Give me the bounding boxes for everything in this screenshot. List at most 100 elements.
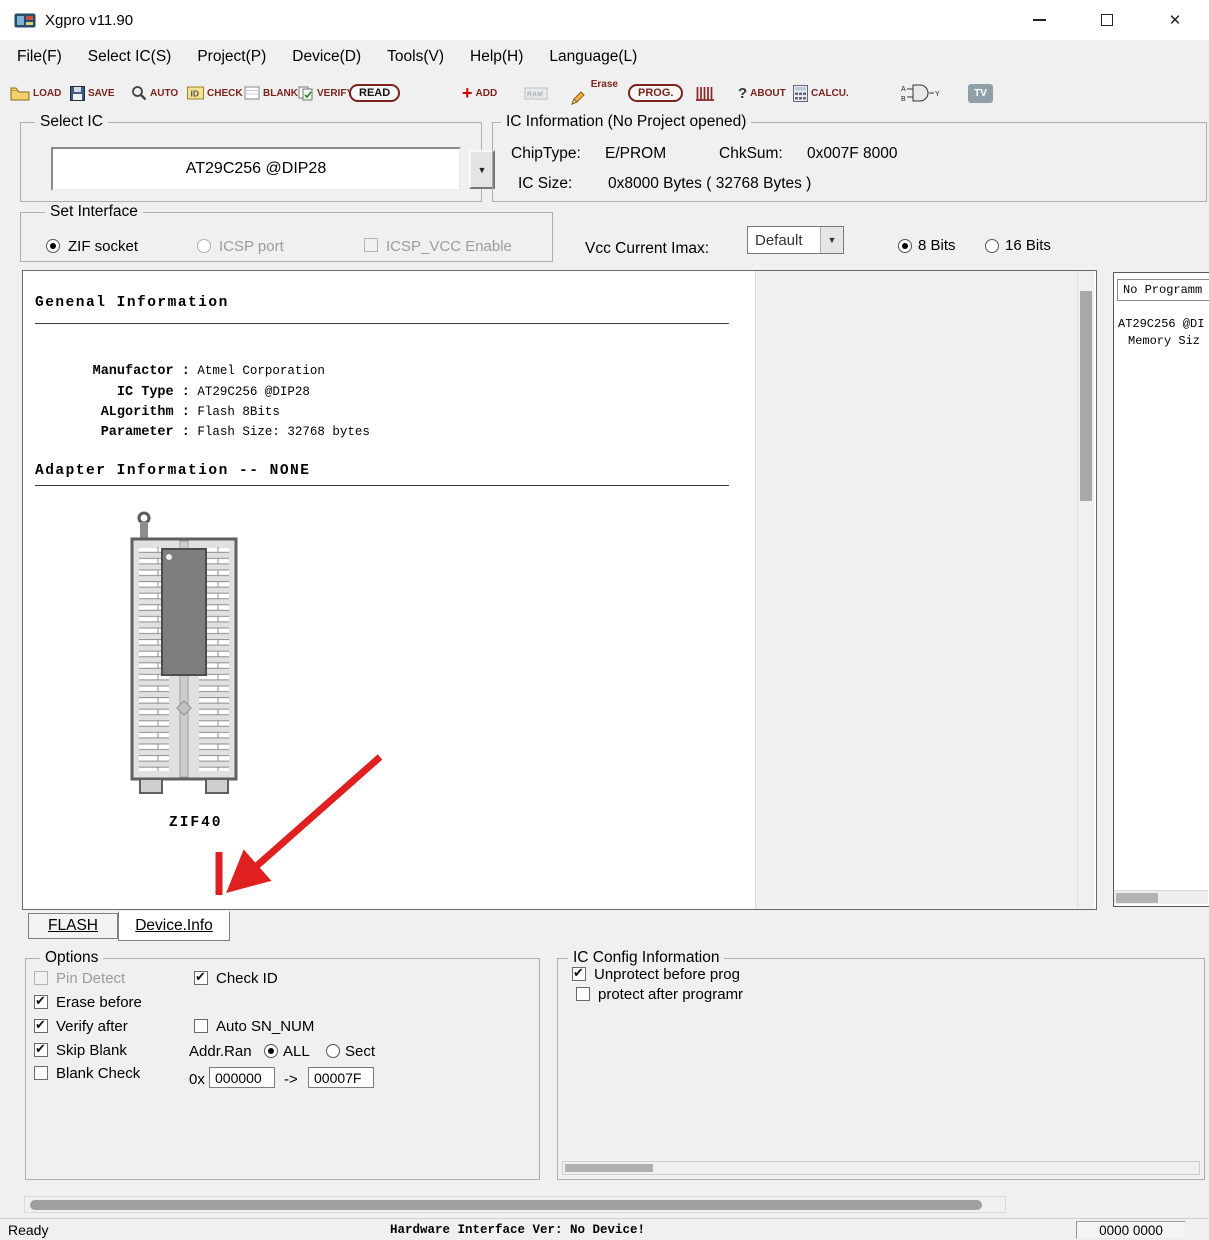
prog-button[interactable]: PROG. (628, 80, 683, 106)
vcc-imax-select[interactable]: Default ▼ (747, 226, 844, 254)
ic-config-hscrollbar[interactable] (562, 1161, 1200, 1175)
vcc-dropdown-arrow-icon: ▼ (820, 227, 843, 253)
menu-file[interactable]: File(F) (4, 44, 75, 70)
minimize-button[interactable] (1005, 0, 1073, 40)
tab-device-info-label: Device.Info (135, 917, 213, 935)
check-id-button[interactable]: ID CHECK (187, 80, 243, 106)
info-row-value: Flash Size: 32768 bytes (190, 425, 370, 439)
verify-label: VERIFY (317, 88, 353, 99)
chksum-value: 0x007F 8000 (807, 145, 898, 163)
menu-select-ic[interactable]: Select IC(S) (75, 44, 185, 70)
options-group: Options Pin Detect Erase before Verify a… (25, 958, 540, 1180)
adapter-info-heading: Adapter Information -- NONE (35, 463, 310, 479)
skip-blank-label: Skip Blank (56, 1042, 127, 1059)
blank-check-label: Blank Check (56, 1065, 140, 1082)
ic-combobox[interactable]: AT29C256 @DIP28 (51, 147, 461, 191)
window-controls: ✕ (1005, 0, 1209, 40)
add-button[interactable]: + ADD (462, 80, 497, 106)
calculator-icon (793, 85, 808, 102)
tab-flash[interactable]: FLASH (28, 913, 118, 939)
read-button[interactable]: READ (349, 80, 400, 106)
verify-button[interactable]: VERIFY (298, 80, 353, 106)
verify-pages-icon (298, 86, 314, 101)
16bits-radio[interactable] (985, 239, 999, 253)
svg-text:Y: Y (935, 91, 940, 98)
floppy-icon (70, 86, 85, 101)
chevron-down-icon: ▼ (478, 165, 487, 175)
select-ic-group: Select IC AT29C256 @DIP28 ▼ (20, 122, 482, 202)
pin-test-button[interactable] (694, 80, 716, 106)
check-id-checkbox[interactable] (194, 971, 208, 985)
select-ic-group-label: Select IC (35, 113, 108, 131)
main-hscroll-thumb[interactable] (30, 1200, 982, 1210)
auto-sn-label: Auto SN_NUM (216, 1018, 314, 1035)
app-icon (14, 11, 36, 30)
menu-device[interactable]: Device(D) (279, 44, 374, 70)
toolbar: LOAD SAVE AUTO ID CHECK (0, 74, 1209, 112)
titlebar: Xgpro v11.90 ✕ (0, 0, 1209, 40)
pin-detect-checkbox[interactable] (34, 971, 48, 985)
check-label: CHECK (207, 88, 243, 99)
8bits-radio[interactable] (898, 239, 912, 253)
verify-after-checkbox[interactable] (34, 1019, 48, 1033)
tv-out-button[interactable]: TV (968, 80, 993, 106)
panel-vertical-scrollbar[interactable] (1077, 271, 1094, 909)
addr-start-input[interactable] (209, 1067, 275, 1088)
blank-check-checkbox[interactable] (34, 1066, 48, 1080)
about-label: ABOUT (750, 88, 786, 99)
ic-config-group: IC Config Information Unprotect before p… (557, 958, 1205, 1180)
protect-checkbox[interactable] (576, 987, 590, 1001)
auto-button[interactable]: AUTO (131, 80, 178, 106)
logic-gate-button[interactable]: A B Y (900, 80, 942, 106)
right-panel-ic-name: AT29C256 @DI (1118, 317, 1204, 331)
addr-sect-radio[interactable] (326, 1044, 340, 1058)
zif-socket-illustration (128, 509, 248, 806)
blank-button[interactable]: BLANK (244, 80, 298, 106)
skip-blank-checkbox[interactable] (34, 1043, 48, 1057)
addr-sect-label: Sect (345, 1043, 375, 1060)
maximize-icon (1101, 14, 1113, 26)
ram-button[interactable]: RAM (524, 80, 548, 106)
close-button[interactable]: ✕ (1141, 0, 1209, 40)
heading-rule (35, 485, 729, 486)
addr-all-label: ALL (283, 1043, 310, 1060)
vcc-imax-label: Vcc Current Imax: (585, 240, 709, 258)
addr-end-input[interactable] (308, 1067, 374, 1088)
load-button[interactable]: LOAD (10, 80, 61, 106)
ic-config-hscroll-thumb[interactable] (565, 1164, 653, 1172)
ic-information-group: IC Information (No Project opened) ChipT… (492, 122, 1207, 202)
calculator-button[interactable]: CALCU. (793, 80, 849, 106)
zif-socket-radio[interactable] (46, 239, 60, 253)
unprotect-checkbox[interactable] (572, 967, 586, 981)
svg-text:ID: ID (191, 89, 200, 99)
menu-language[interactable]: Language(L) (536, 44, 650, 70)
icsp-port-radio[interactable] (197, 239, 211, 253)
addr-arrow-label: -> (284, 1071, 298, 1088)
statusbar: Ready Hardware Interface Ver: No Device!… (0, 1218, 1209, 1240)
ram-chip-icon: RAM (524, 86, 548, 101)
about-button[interactable]: ? ABOUT (738, 80, 786, 106)
main-horizontal-scrollbar[interactable] (24, 1196, 1006, 1213)
zif-socket-graphic (128, 509, 248, 801)
save-button[interactable]: SAVE (70, 80, 115, 106)
auto-sn-checkbox[interactable] (194, 1019, 208, 1033)
right-panel-memory-size: Memory Siz (1128, 334, 1200, 348)
erase-before-checkbox[interactable] (34, 995, 48, 1009)
logic-gate-icon: A B Y (900, 82, 942, 104)
programmer-info-panel: No Programm AT29C256 @DI Memory Siz (1113, 272, 1209, 907)
maximize-button[interactable] (1073, 0, 1141, 40)
menu-tools[interactable]: Tools(V) (374, 44, 457, 70)
minimize-icon (1033, 19, 1046, 21)
chiptype-value: E/PROM (605, 145, 666, 163)
panel-vscroll-thumb[interactable] (1080, 291, 1092, 501)
tab-device-info[interactable]: Device.Info (118, 911, 230, 941)
addr-all-radio[interactable] (264, 1044, 278, 1058)
right-panel-hscrollbar[interactable] (1114, 890, 1208, 904)
erase-button[interactable]: Erase (570, 80, 618, 106)
icsp-vcc-checkbox[interactable] (364, 238, 378, 252)
menu-help[interactable]: Help(H) (457, 44, 536, 70)
menubar: File(F) Select IC(S) Project(P) Device(D… (0, 40, 1209, 74)
right-panel-hscroll-thumb[interactable] (1116, 893, 1158, 903)
menu-project[interactable]: Project(P) (184, 44, 279, 70)
check-id-label: Check ID (216, 970, 278, 987)
